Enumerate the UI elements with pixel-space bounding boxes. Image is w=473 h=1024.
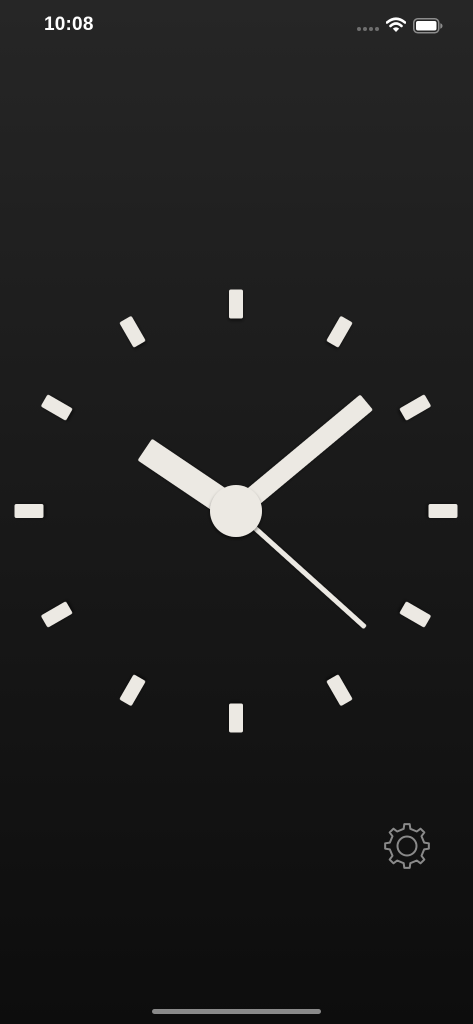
hour-tick [229, 703, 243, 733]
center-hub [210, 485, 262, 537]
hour-tick [399, 394, 431, 421]
hour-tick [229, 289, 243, 319]
gear-icon [384, 823, 430, 869]
settings-button[interactable] [382, 821, 432, 871]
hour-tick [41, 394, 73, 421]
home-indicator [152, 1009, 321, 1014]
hour-tick [428, 504, 458, 518]
hour-tick [14, 504, 44, 518]
hour-tick [119, 316, 146, 348]
hour-tick [119, 674, 146, 706]
hour-tick [326, 674, 353, 706]
clock-hands [138, 395, 373, 629]
hour-tick [326, 316, 353, 348]
hour-tick [399, 601, 431, 628]
hour-tick [41, 601, 73, 628]
